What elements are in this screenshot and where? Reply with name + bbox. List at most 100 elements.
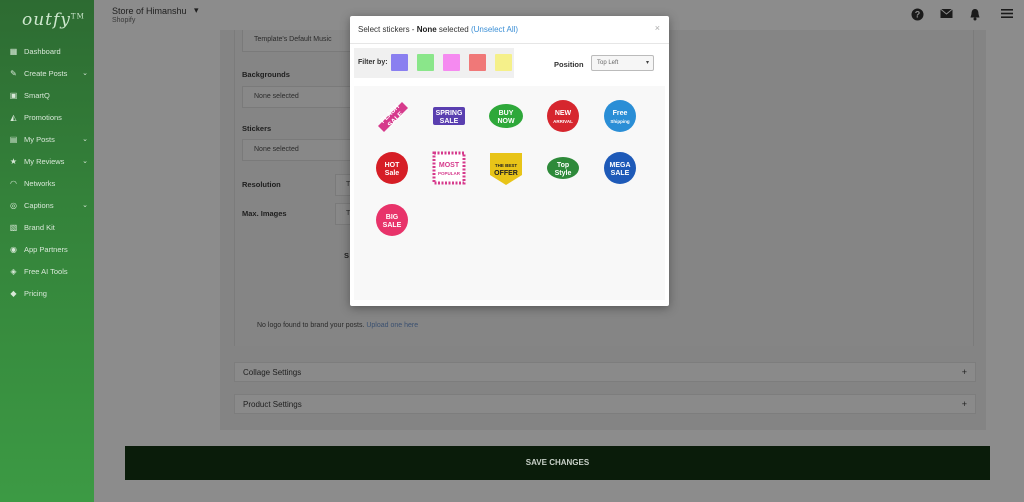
filter-label: Filter by: xyxy=(358,59,388,66)
flash-sale-sticker[interactable]: FLASH SALE xyxy=(372,96,412,136)
sidebar-item-app-partners[interactable]: ◉ App Partners xyxy=(0,238,94,260)
sidebar-item-label: Captions xyxy=(24,200,54,210)
chevron-down-icon[interactable]: ⌄ xyxy=(82,201,88,209)
store-dropdown-icon[interactable]: ▾ xyxy=(194,5,199,16)
new-arrival-sticker[interactable]: NEW ARRIVAL xyxy=(543,96,583,136)
the-best-offer-sticker[interactable]: THE BEST OFFER xyxy=(486,148,526,188)
pencil-icon: ✎ xyxy=(10,68,17,78)
dashboard-icon: ▦ xyxy=(9,46,18,56)
sticker-modal: Select stickers - None selected (Unselec… xyxy=(350,16,669,306)
sticker-label: Free xyxy=(613,110,628,117)
big-sale-sticker[interactable]: BIG SALE xyxy=(372,200,412,240)
position-value: Top Left xyxy=(597,60,619,66)
sidebar-item-promotions[interactable]: ◭ Promotions xyxy=(0,106,94,128)
sidebar-item-label: Pricing xyxy=(24,288,47,298)
sidebar-item-captions[interactable]: ◎ Captions ⌄ xyxy=(0,194,94,216)
sidebar-item-label: Create Posts xyxy=(24,68,68,78)
modal-title-state: None xyxy=(416,25,437,34)
sticker-label: HOT xyxy=(385,162,401,169)
sticker-label: SALE xyxy=(440,118,459,125)
users-icon: ◉ xyxy=(10,244,17,254)
sidebar-item-label: Dashboard xyxy=(24,46,61,56)
sticker-label: POPULAR xyxy=(438,171,461,176)
sticker-label: THE BEST xyxy=(495,163,518,168)
sidebar-item-label: Free AI Tools xyxy=(24,266,68,276)
sidebar-item-label: App Partners xyxy=(24,244,68,254)
filter-color-swatch[interactable] xyxy=(443,54,460,71)
help-icon[interactable]: ? xyxy=(910,8,924,22)
sticker-label: Shipping xyxy=(610,119,629,124)
chevron-down-icon[interactable]: ⌄ xyxy=(82,69,88,77)
bell-icon[interactable] xyxy=(968,8,982,22)
sticker-label: NOW xyxy=(497,118,515,125)
store-name[interactable]: Store of Himanshu xyxy=(112,6,187,16)
store-platform: Shopify xyxy=(112,17,136,24)
upload-logo-link[interactable]: Upload one here xyxy=(366,322,418,329)
filter-color-swatch[interactable] xyxy=(417,54,434,71)
free-shipping-sticker[interactable]: Free Shipping xyxy=(600,96,640,136)
sticker-grid: FLASH SALE SPRING SALE BUY NOW NEW ARRIVAL Free S… xyxy=(354,86,665,300)
sidebar-item-brand-kit[interactable]: ▧ Brand Kit xyxy=(0,216,94,238)
chevron-down-icon[interactable]: ⌄ xyxy=(82,157,88,165)
collage-settings-accordion[interactable]: Collage Settings + xyxy=(234,362,976,382)
wifi-icon: ◠ xyxy=(10,178,17,188)
sticker-label: NEW xyxy=(555,110,572,117)
sticker-label: MOST xyxy=(439,162,460,169)
sidebar-item-pricing[interactable]: ◆ Pricing xyxy=(0,282,94,304)
product-expand-icon[interactable]: + xyxy=(962,399,967,409)
save-changes-button[interactable]: SAVE CHANGES xyxy=(125,446,990,480)
product-settings-label: Product Settings xyxy=(243,400,302,409)
partial-label: S xyxy=(344,251,350,260)
stickers-select[interactable]: None selected xyxy=(242,139,352,161)
unselect-all-link[interactable]: (Unselect All) xyxy=(471,25,518,34)
sidebar-item-dashboard[interactable]: ▦ Dashboard xyxy=(0,40,94,62)
menu-icon[interactable] xyxy=(1000,8,1014,22)
sidebar-item-my-posts[interactable]: ▤ My Posts ⌄ xyxy=(0,128,94,150)
modal-header: Select stickers - None selected (Unselec… xyxy=(350,16,669,44)
close-icon[interactable]: × xyxy=(655,23,660,33)
sticker-label: SALE xyxy=(383,222,402,229)
filter-color-swatch[interactable] xyxy=(391,54,408,71)
modal-title-prefix: Select stickers - xyxy=(358,25,417,34)
music-select[interactable]: Template's Default Music xyxy=(242,30,352,52)
sticker-label: SPRING xyxy=(436,110,463,117)
sticker-label: SALE xyxy=(611,170,630,177)
hot-sale-sticker[interactable]: HOT Sale xyxy=(372,148,412,188)
filter-color-swatch[interactable] xyxy=(495,54,512,71)
sidebar-item-smartq[interactable]: ▣ SmartQ xyxy=(0,84,94,106)
stickers-label: Stickers xyxy=(242,124,272,133)
sidebar-item-label: SmartQ xyxy=(24,90,50,100)
buy-now-sticker[interactable]: BUY NOW xyxy=(486,96,526,136)
folder-icon: ▤ xyxy=(9,134,18,144)
megaphone-icon: ◭ xyxy=(10,112,17,122)
modal-title-suffix: selected xyxy=(436,25,469,34)
ai-icon: ◈ xyxy=(10,266,17,276)
most-popular-sticker[interactable]: MOST POPULAR xyxy=(429,148,469,188)
position-select[interactable]: Top Left ▾ xyxy=(591,55,654,71)
sidebar: outfyTM ▦ Dashboard ✎ Create Posts ⌄ ▣ SmartQ ◭… xyxy=(0,0,94,502)
collage-expand-icon[interactable]: + xyxy=(962,367,967,377)
product-settings-accordion[interactable]: Product Settings + xyxy=(234,394,976,414)
mail-icon[interactable] xyxy=(939,8,953,22)
sidebar-item-create-posts[interactable]: ✎ Create Posts ⌄ xyxy=(0,62,94,84)
spring-sale-sticker[interactable]: SPRING SALE xyxy=(429,96,469,136)
sticker-label: Style xyxy=(555,170,572,177)
position-label: Position xyxy=(554,60,584,69)
sticker-label: MEGA xyxy=(610,162,631,169)
sticker-label: BUY xyxy=(499,110,514,117)
backgrounds-select[interactable]: None selected xyxy=(242,86,352,108)
smartq-icon: ▣ xyxy=(9,90,18,100)
mega-sale-sticker[interactable]: MEGA SALE xyxy=(600,148,640,188)
top-style-sticker[interactable]: Top Style xyxy=(543,148,583,188)
sidebar-nav: ▦ Dashboard ✎ Create Posts ⌄ ▣ SmartQ ◭ Promotio… xyxy=(0,40,94,304)
sidebar-item-label: Networks xyxy=(24,178,56,188)
max-images-label: Max. Images xyxy=(242,209,287,218)
filter-color-swatch[interactable] xyxy=(469,54,486,71)
chevron-down-icon[interactable]: ⌄ xyxy=(82,135,88,143)
sidebar-item-free-ai-tools[interactable]: ◈ Free AI Tools xyxy=(0,260,94,282)
outfy-logo[interactable]: outfyTM xyxy=(22,10,85,30)
sidebar-item-label: Promotions xyxy=(24,112,62,122)
sidebar-item-my-reviews[interactable]: ★ My Reviews ⌄ xyxy=(0,150,94,172)
sidebar-item-networks[interactable]: ◠ Networks xyxy=(0,172,94,194)
sticker-label: OFFER xyxy=(494,170,518,177)
